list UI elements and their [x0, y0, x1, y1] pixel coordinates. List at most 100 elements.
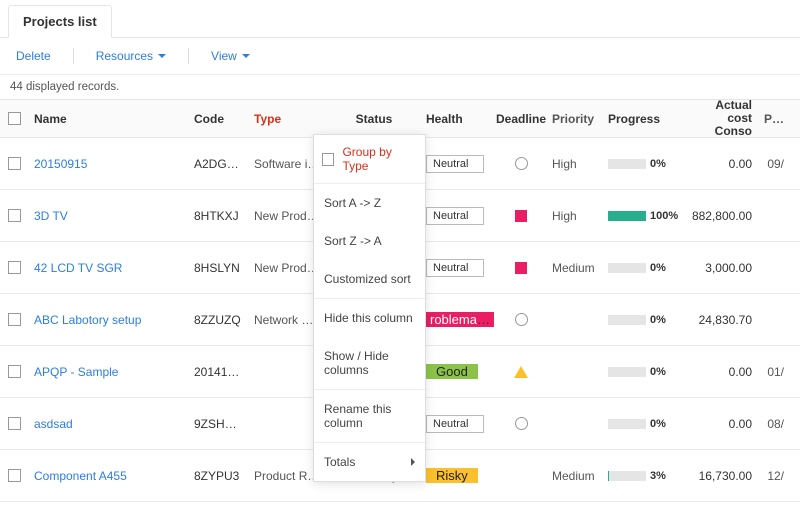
progress-bar: 0%: [602, 314, 684, 326]
row-checkbox[interactable]: [0, 157, 28, 170]
deadline-indicator: [496, 417, 546, 430]
col-name[interactable]: Name: [28, 112, 188, 126]
view-label: View: [211, 49, 237, 63]
column-context-menu: Group by Type Sort A -> Z Sort Z -> A Cu…: [313, 134, 426, 482]
records-count: 44 displayed records.: [0, 75, 800, 100]
health-select[interactable]: Neutral: [420, 415, 496, 433]
actual-cost: 0.00: [684, 417, 758, 431]
deadline-indicator: [496, 313, 546, 326]
health-select[interactable]: Good: [420, 364, 496, 379]
actual-cost: 0.00: [684, 157, 758, 171]
delete-label: Delete: [16, 49, 51, 63]
deadline-indicator: [496, 210, 546, 222]
view-menu[interactable]: View: [211, 49, 250, 63]
deadline-indicator: [496, 262, 546, 274]
col-type[interactable]: Type: [248, 112, 328, 126]
column-headers: Name Code Type Status Health Deadline Pr…: [0, 100, 800, 138]
circle-icon: [515, 157, 528, 170]
health-select[interactable]: Risky: [420, 468, 496, 483]
deadline-indicator: [496, 366, 546, 378]
col-status[interactable]: Status: [328, 112, 420, 126]
health-select[interactable]: Neutral: [420, 155, 496, 173]
project-name-link[interactable]: 3D TV: [28, 208, 188, 223]
health-select[interactable]: Neutral: [420, 259, 496, 277]
select-all-checkbox[interactable]: [0, 112, 28, 125]
show-hide-columns[interactable]: Show / Hide columns: [314, 337, 425, 389]
custom-sort[interactable]: Customized sort: [314, 260, 425, 298]
priority: Medium: [546, 469, 602, 483]
totals-submenu[interactable]: Totals: [314, 443, 425, 481]
col-health[interactable]: Health: [420, 112, 496, 126]
project-code: 8ZYPU3: [188, 469, 248, 483]
row-checkbox[interactable]: [0, 261, 28, 274]
row-checkbox[interactable]: [0, 417, 28, 430]
col-planned[interactable]: Planne: [758, 112, 790, 126]
project-code: 8HSLYN: [188, 261, 248, 275]
sort-za[interactable]: Sort Z -> A: [314, 222, 425, 260]
planned: 08/: [758, 417, 790, 431]
toolbar: Delete Resources View: [0, 38, 800, 75]
col-priority[interactable]: Priority: [546, 112, 602, 126]
project-name-link[interactable]: asdsad: [28, 416, 188, 431]
progress-bar: 0%: [602, 262, 684, 274]
project-code: 8ZZUZQ: [188, 313, 248, 327]
project-code: 2014123a: [188, 365, 248, 379]
tab-title: Projects list: [23, 14, 97, 29]
project-name-link[interactable]: Component A455: [28, 468, 188, 483]
progress-bar: 100%: [602, 210, 684, 222]
group-checkbox[interactable]: [322, 153, 334, 166]
priority: High: [546, 157, 602, 171]
chevron-down-icon: [158, 54, 166, 58]
circle-icon: [515, 313, 528, 326]
count-text: 44 displayed records.: [10, 81, 119, 93]
square-icon: [515, 262, 527, 274]
separator: [188, 48, 189, 64]
separator: [73, 48, 74, 64]
progress-bar: 0%: [602, 418, 684, 430]
project-code: 8HTKXJ: [188, 209, 248, 223]
col-deadline[interactable]: Deadline: [496, 112, 546, 126]
actual-cost: 16,730.00: [684, 469, 758, 483]
hide-column[interactable]: Hide this column: [314, 299, 425, 337]
project-code: A2DGYW: [188, 157, 248, 171]
sort-az[interactable]: Sort A -> Z: [314, 184, 425, 222]
health-select[interactable]: roblematic: [420, 312, 496, 327]
priority: High: [546, 209, 602, 223]
project-name-link[interactable]: APQP - Sample: [28, 364, 188, 379]
planned: 09/: [758, 157, 790, 171]
progress-bar: 0%: [602, 366, 684, 378]
project-name-link[interactable]: ABC Labotory setup: [28, 312, 188, 327]
priority: Medium: [546, 261, 602, 275]
actual-cost: 0.00: [684, 365, 758, 379]
project-name-link[interactable]: 42 LCD TV SGR: [28, 260, 188, 275]
col-code[interactable]: Code: [188, 112, 248, 126]
actual-cost: 3,000.00: [684, 261, 758, 275]
deadline-indicator: [496, 157, 546, 170]
triangle-icon: [514, 366, 528, 378]
row-checkbox[interactable]: [0, 209, 28, 222]
group-by-type[interactable]: Group by Type: [314, 135, 425, 184]
chevron-down-icon: [242, 54, 250, 58]
row-checkbox[interactable]: [0, 469, 28, 482]
tab-projects-list[interactable]: Projects list: [8, 5, 112, 38]
rename-column[interactable]: Rename this column: [314, 390, 425, 442]
resources-label: Resources: [96, 49, 153, 63]
tab-bar: Projects list: [0, 0, 800, 38]
project-code: 9ZSHMP: [188, 417, 248, 431]
project-name-link[interactable]: 20150915: [28, 156, 188, 171]
col-actual-cost[interactable]: Actual cost Conso: [684, 99, 758, 139]
progress-bar: 0%: [602, 158, 684, 170]
row-checkbox[interactable]: [0, 313, 28, 326]
health-select[interactable]: Neutral: [420, 207, 496, 225]
resources-menu[interactable]: Resources: [96, 49, 166, 63]
row-checkbox[interactable]: [0, 365, 28, 378]
circle-icon: [515, 417, 528, 430]
planned: 01/: [758, 365, 790, 379]
actual-cost: 24,830.70: [684, 313, 758, 327]
delete-button[interactable]: Delete: [16, 49, 51, 63]
col-progress[interactable]: Progress: [602, 112, 684, 126]
actual-cost: 882,800.00: [684, 209, 758, 223]
chevron-right-icon: [411, 458, 415, 466]
planned: 12/: [758, 469, 790, 483]
group-label: Group by Type: [342, 145, 417, 173]
